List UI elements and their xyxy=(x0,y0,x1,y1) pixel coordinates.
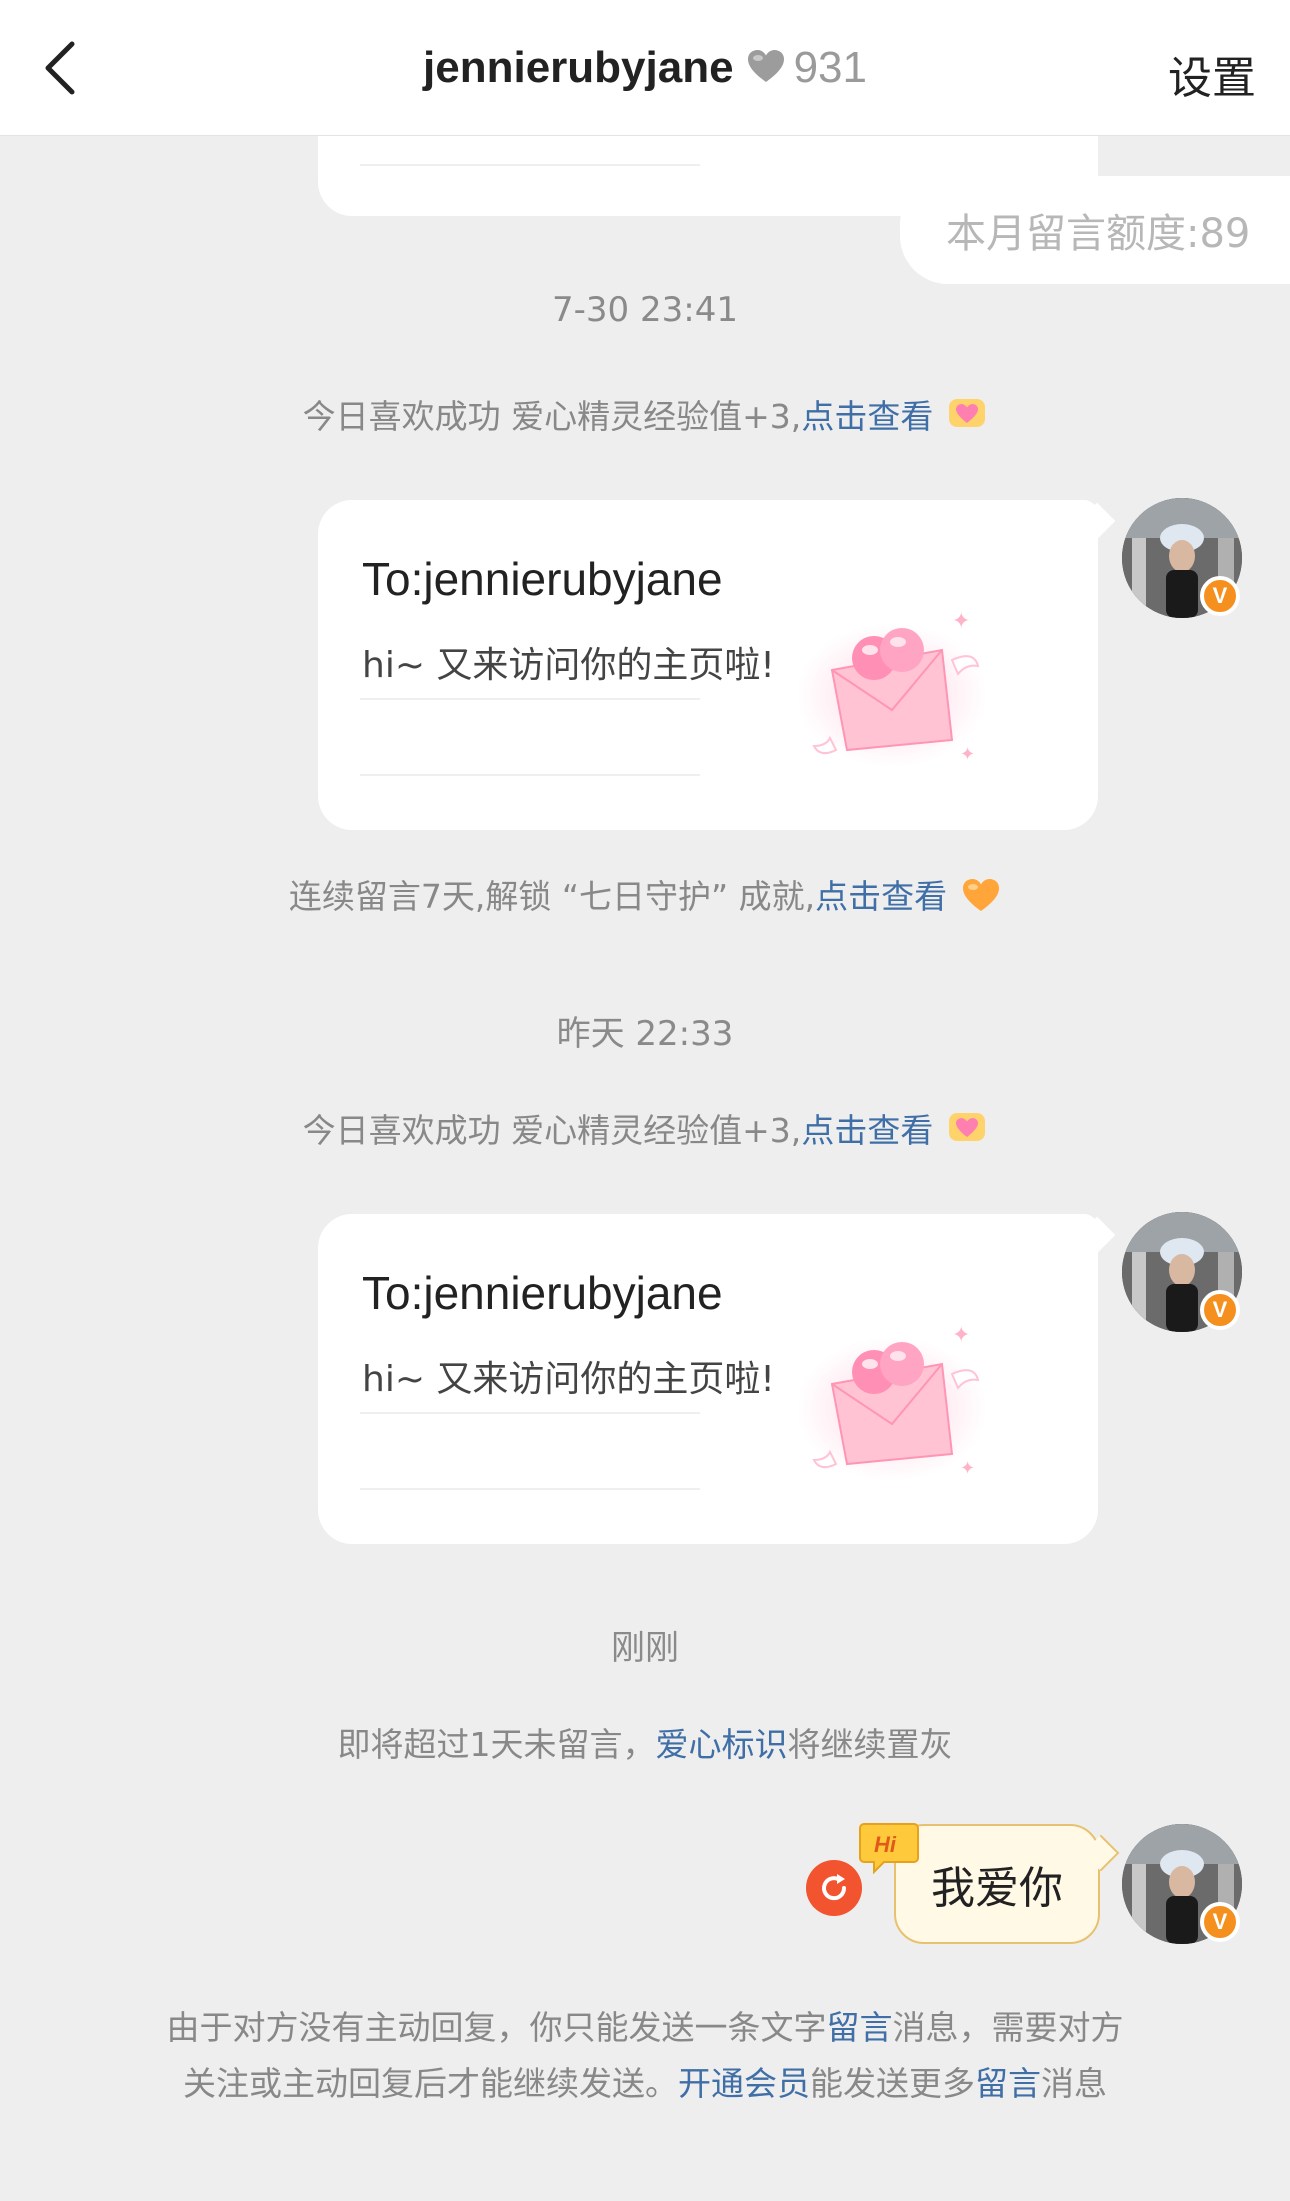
notice-text: 今日喜欢成功 爱心精灵经验值+3, xyxy=(302,397,802,436)
hi-badge-icon: Hi xyxy=(858,1818,922,1880)
card-divider xyxy=(360,164,700,166)
card-divider xyxy=(360,1412,700,1414)
refresh-icon xyxy=(822,1874,847,1901)
reply-limit-notice: 由于对方没有主动回复，你只能发送一条文字留言消息，需要对方 关注或主动回复后才能… xyxy=(100,2000,1190,2112)
monthly-quota-tab: 本月留言额度:89 xyxy=(900,176,1290,284)
card-divider xyxy=(360,1488,700,1490)
grey-heart-icon xyxy=(746,38,786,102)
message-link[interactable]: 留言 xyxy=(975,2064,1041,2103)
view-link[interactable]: 点击查看 xyxy=(801,397,933,436)
notice-text: 今日喜欢成功 爱心精灵经验值+3, xyxy=(302,1111,802,1150)
inactivity-warning: 即将超过1天未留言，爱心标识将继续置灰 xyxy=(0,1718,1290,1766)
heart-count: 931 xyxy=(793,43,867,92)
like-success-notice: 今日喜欢成功 爱心精灵经验值+3,点击查看 xyxy=(0,390,1290,441)
verified-badge-icon: V xyxy=(1200,1290,1240,1330)
contact-name: jennierubyjane xyxy=(423,43,734,92)
resend-button[interactable] xyxy=(806,1860,862,1916)
verified-badge-icon: V xyxy=(1200,1902,1240,1942)
achievement-notice: 连续留言7天,解锁 “七日守护” 成就,点击查看 xyxy=(0,870,1290,921)
notice-text: 连续留言7天,解锁 “七日守护” 成就, xyxy=(288,877,816,916)
message-card[interactable]: To:jennierubyjane hi~ 又来访问你的主页啦! ✦ ✦ xyxy=(318,500,1116,830)
settings-button[interactable]: 设置 xyxy=(1168,42,1256,106)
svg-text:✦: ✦ xyxy=(952,1323,970,1348)
hi-label: Hi xyxy=(874,1832,897,1857)
warning-text: 即将超过1天未留言， xyxy=(337,1725,656,1764)
svg-text:✦: ✦ xyxy=(960,1458,975,1479)
footer-text: 能发送更多 xyxy=(810,2064,975,2103)
chat-message-text: 我爱你 xyxy=(931,1863,1063,1914)
card-recipient: To:jennierubyjane xyxy=(362,553,723,605)
view-link[interactable]: 点击查看 xyxy=(801,1111,933,1150)
svg-text:✦: ✦ xyxy=(960,744,975,765)
message-link[interactable]: 留言 xyxy=(827,2008,893,2047)
heart-mark-link[interactable]: 爱心标识 xyxy=(656,1725,788,1764)
card-message: hi~ 又来访问你的主页啦! xyxy=(362,1359,775,1400)
vip-link[interactable]: 开通会员 xyxy=(678,2064,810,2103)
love-envelope-sticker: ✦ ✦ xyxy=(792,600,992,774)
timestamp: 刚刚 xyxy=(611,1628,679,1668)
svg-text:✦: ✦ xyxy=(952,609,970,634)
card-recipient: To:jennierubyjane xyxy=(362,1267,723,1319)
conversation-title: jennierubyjane 931 xyxy=(0,36,1290,102)
orange-heart-icon xyxy=(961,877,1001,921)
card-tail xyxy=(1078,1216,1116,1254)
footer-line-1: 由于对方没有主动回复，你只能发送一条文字留言消息，需要对方 xyxy=(100,2000,1190,2056)
card-message: hi~ 又来访问你的主页啦! xyxy=(362,645,775,686)
footer-text: 由于对方没有主动回复，你只能发送一条文字 xyxy=(166,2008,827,2047)
footer-text: 关注或主动回复后才能继续发送。 xyxy=(183,2064,678,2103)
verified-badge-icon: V xyxy=(1200,576,1240,616)
timestamp: 7-30 23:41 xyxy=(552,290,738,330)
heart-message-icon xyxy=(947,397,987,441)
card-tail xyxy=(1078,502,1116,540)
footer-line-2: 关注或主动回复后才能继续发送。开通会员能发送更多留言消息 xyxy=(100,2056,1190,2112)
timestamp: 昨天 22:33 xyxy=(556,1014,734,1054)
warning-text-after: 将继续置灰 xyxy=(787,1725,953,1764)
heart-message-icon xyxy=(947,1111,987,1155)
chat-bubble[interactable]: 我爱你 xyxy=(894,1824,1100,1944)
message-card[interactable]: To:jennierubyjane hi~ 又来访问你的主页啦! ✦ ✦ xyxy=(318,1214,1116,1544)
love-envelope-sticker: ✦ ✦ xyxy=(792,1314,992,1488)
like-success-notice: 今日喜欢成功 爱心精灵经验值+3,点击查看 xyxy=(0,1104,1290,1155)
footer-text: 消息，需要对方 xyxy=(892,2008,1124,2047)
view-link[interactable]: 点击查看 xyxy=(815,877,947,916)
card-divider xyxy=(360,698,700,700)
card-divider xyxy=(360,774,700,776)
footer-text: 消息 xyxy=(1041,2064,1107,2103)
top-bar: jennierubyjane 931 设置 xyxy=(0,0,1290,136)
